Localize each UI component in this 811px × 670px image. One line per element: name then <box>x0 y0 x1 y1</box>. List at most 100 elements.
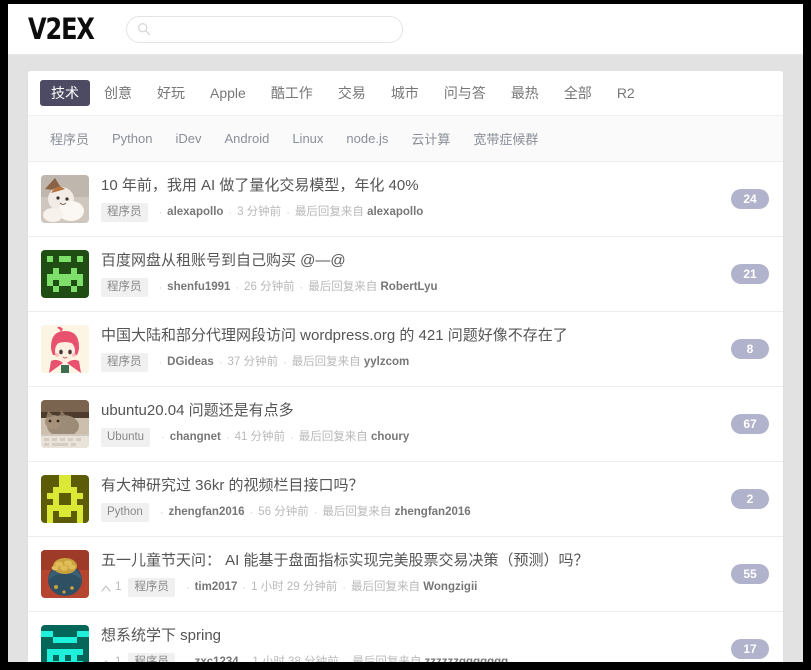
last-replier[interactable]: choury <box>371 430 409 445</box>
reply-count-badge[interactable]: 67 <box>731 414 769 435</box>
last-replier[interactable]: RobertLyu <box>381 280 438 295</box>
topic-author[interactable]: tim2017 <box>195 580 238 595</box>
topic-time: 1 小时 38 分钟前 <box>252 655 338 662</box>
tab-quanbu[interactable]: 全部 <box>553 80 603 106</box>
browser-viewport: V2EX 技术 创意 好玩 Apple 酷工作 交易 城市 问与答 最热 全部 … <box>8 4 803 662</box>
node-tag[interactable]: 程序员 <box>128 653 175 662</box>
topic-author[interactable]: zxc1234 <box>195 655 239 662</box>
tab-chuangyi[interactable]: 创意 <box>93 80 143 106</box>
meta-separator: · <box>158 356 163 369</box>
vote-indicator[interactable]: 1 <box>101 580 121 595</box>
reply-count-badge[interactable]: 8 <box>731 339 769 360</box>
topic-title[interactable]: 中国大陆和部分代理网段访问 wordpress.org 的 421 问题好像不存… <box>101 326 721 346</box>
last-replier[interactable]: yylzcom <box>364 355 409 370</box>
last-replier[interactable]: zhengfan2016 <box>395 505 471 520</box>
reply-count-badge[interactable]: 21 <box>731 264 769 285</box>
site-header: V2EX <box>8 4 803 55</box>
subnav-item-android[interactable]: Android <box>215 127 280 150</box>
tab-r2[interactable]: R2 <box>606 80 646 106</box>
last-replier[interactable]: Wongzigii <box>423 580 477 595</box>
node-tag[interactable]: 程序员 <box>101 203 148 223</box>
topic-author[interactable]: zhengfan2016 <box>168 505 244 520</box>
tab-wenyuda[interactable]: 问与答 <box>433 80 497 106</box>
topic-content: 10 年前，我用 AI 做了量化交易模型，年化 40% 程序员 · alexap… <box>101 175 721 223</box>
topic-meta: 1 程序员 · tim2017 · 1 小时 29 分钟前 · 最后回复来自 W… <box>101 578 721 598</box>
avatar[interactable] <box>41 325 89 374</box>
topic-title[interactable]: 百度网盘从租账号到自己购买 @—@ <box>101 251 721 271</box>
node-tag[interactable]: 程序员 <box>101 353 148 373</box>
avatar[interactable] <box>41 625 89 662</box>
tab-zuire[interactable]: 最热 <box>500 80 550 106</box>
reply-count-badge[interactable]: 2 <box>731 489 769 510</box>
meta-separator: · <box>249 506 254 519</box>
reply-count-badge[interactable]: 55 <box>731 564 769 585</box>
tab-apple[interactable]: Apple <box>199 80 257 106</box>
v2ex-logo[interactable]: V2EX <box>28 14 95 44</box>
topic-title[interactable]: 五一儿童节天问： AI 能基于盘面指标实现完美股票交易决策（预测）吗？ <box>101 551 721 571</box>
node-tag[interactable]: 程序员 <box>128 578 175 598</box>
subnav-item-linux[interactable]: Linux <box>282 127 333 150</box>
table-row[interactable]: 10 年前，我用 AI 做了量化交易模型，年化 40% 程序员 · alexap… <box>28 161 783 236</box>
topic-author[interactable]: shenfu1991 <box>167 280 230 295</box>
topic-time: 41 分钟前 <box>234 431 286 444</box>
vote-count: 1 <box>115 655 121 662</box>
meta-separator: · <box>186 656 190 662</box>
node-tag[interactable]: 程序员 <box>101 278 148 298</box>
reply-from-label: 最后回复来自 <box>308 281 378 294</box>
node-tag[interactable]: Ubuntu <box>101 428 151 448</box>
topic-content: 中国大陆和部分代理网段访问 wordpress.org 的 421 问题好像不存… <box>101 325 721 373</box>
subnav-item-chengxuyuan[interactable]: 程序员 <box>40 125 99 152</box>
primary-tabs: 技术 创意 好玩 Apple 酷工作 交易 城市 问与答 最热 全部 R2 <box>28 71 783 116</box>
avatar[interactable] <box>41 175 89 224</box>
search-box[interactable] <box>125 15 403 43</box>
topic-title[interactable]: 想系统学下 spring <box>101 626 721 646</box>
meta-separator: · <box>159 506 164 519</box>
tab-jishu[interactable]: 技术 <box>40 80 90 107</box>
subnav-item-yunjisuan[interactable]: 云计算 <box>401 125 460 152</box>
meta-separator: · <box>161 431 165 444</box>
meta-separator: · <box>235 281 240 294</box>
table-row[interactable]: 想系统学下 spring 1 程序员 · <box>28 611 783 662</box>
table-row[interactable]: 中国大陆和部分代理网段访问 wordpress.org 的 421 问题好像不存… <box>28 311 783 386</box>
topic-title[interactable]: 10 年前，我用 AI 做了量化交易模型，年化 40% <box>101 176 721 196</box>
topic-title[interactable]: ubuntu20.04 问题还是有点多 <box>101 401 721 421</box>
avatar[interactable] <box>41 400 89 449</box>
vote-count: 1 <box>115 581 122 594</box>
table-row[interactable]: 百度网盘从租账号到自己购买 @—@ 程序员 · shenfu1991 · 26 … <box>28 236 783 311</box>
topic-author[interactable]: alexapollo <box>167 205 223 220</box>
subnav-item-nodejs[interactable]: node.js <box>336 127 398 150</box>
table-row[interactable]: ubuntu20.04 问题还是有点多 Ubuntu · changnet · … <box>28 386 783 461</box>
last-replier[interactable]: alexapollo <box>367 205 423 220</box>
topic-content: ubuntu20.04 问题还是有点多 Ubuntu · changnet · … <box>101 400 721 448</box>
subnav-item-python[interactable]: Python <box>102 127 162 150</box>
vote-indicator[interactable]: 1 <box>101 655 121 662</box>
topic-content: 想系统学下 spring 1 程序员 · <box>101 625 721 662</box>
topic-time: 26 分钟前 <box>244 281 295 294</box>
avatar[interactable] <box>41 550 89 599</box>
tab-kugongzuo[interactable]: 酷工作 <box>260 80 324 106</box>
node-tag[interactable]: Python <box>101 503 149 523</box>
topic-author[interactable]: changnet <box>170 430 221 445</box>
reply-count-badge[interactable]: 24 <box>731 189 769 210</box>
tab-jiaoyi[interactable]: 交易 <box>327 80 377 106</box>
last-replier[interactable]: zzzzzzggggggg <box>425 655 509 662</box>
topic-title[interactable]: 有大神研究过 36kr 的视频栏目接口吗？ <box>101 476 721 496</box>
avatar[interactable] <box>41 475 89 524</box>
reply-count-badge[interactable]: 17 <box>731 639 769 660</box>
meta-separator: · <box>344 656 348 662</box>
topic-meta: 程序员 · shenfu1991 · 26 分钟前 · 最后回复来自 Rober… <box>101 278 721 298</box>
topic-meta: 程序员 · DGideas · 37 分钟前 · 最后回复来自 yylzcom <box>101 353 721 373</box>
subnav-item-kuandaizhenghouqun[interactable]: 宽带症候群 <box>463 125 548 152</box>
subnav-item-idev[interactable]: iDev <box>166 127 212 150</box>
meta-separator: · <box>158 281 163 294</box>
tab-chengshi[interactable]: 城市 <box>380 80 430 106</box>
topic-author[interactable]: DGideas <box>167 355 214 370</box>
upvote-arrow-icon <box>101 658 111 662</box>
table-row[interactable]: 五一儿童节天问： AI 能基于盘面指标实现完美股票交易决策（预测）吗？ 1 程序… <box>28 536 783 611</box>
topic-content: 五一儿童节天问： AI 能基于盘面指标实现完美股票交易决策（预测）吗？ 1 程序… <box>101 550 721 598</box>
avatar[interactable] <box>41 250 89 299</box>
search-input[interactable] <box>156 20 392 38</box>
meta-separator: · <box>242 581 247 594</box>
table-row[interactable]: 有大神研究过 36kr 的视频栏目接口吗？ Python · zhengfan2… <box>28 461 783 536</box>
tab-haowan[interactable]: 好玩 <box>146 80 196 106</box>
